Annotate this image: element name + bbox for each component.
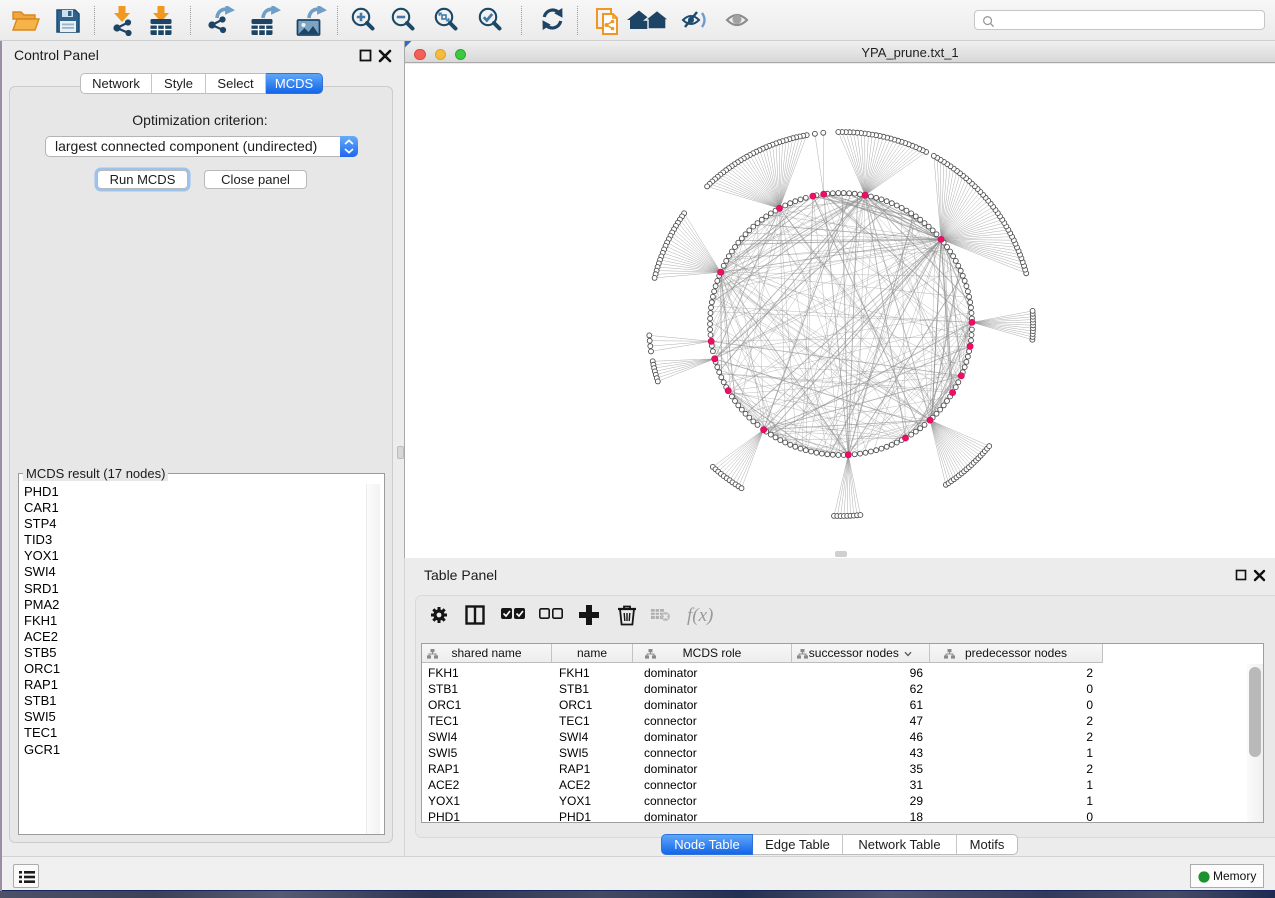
svg-text:f(x): f(x) xyxy=(687,605,713,626)
